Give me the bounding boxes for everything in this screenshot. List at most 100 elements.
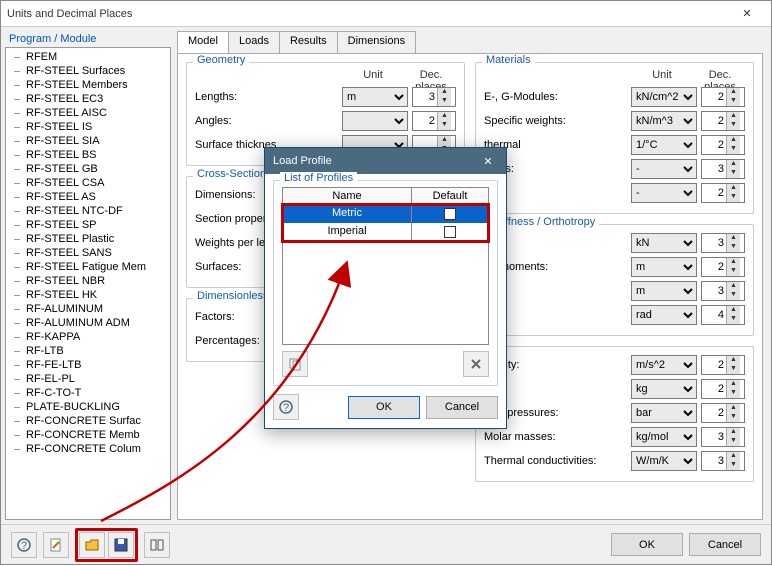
dec-input[interactable] [702,136,726,154]
tree-item[interactable]: RF-STEEL NBR [6,274,170,288]
tree-item[interactable]: RF-ALUMINUM ADM [6,316,170,330]
dec-input[interactable] [702,404,726,422]
tree-item[interactable]: RF-KAPPA [6,330,170,344]
profile-row[interactable]: Metric✓ [283,205,488,223]
unit-select[interactable]: rad [631,305,697,325]
tree-item[interactable]: RF-CONCRETE Memb [6,428,170,442]
dec-places-spinner[interactable]: ▲▼ [701,111,745,131]
tree-item[interactable]: RF-EL-PL [6,372,170,386]
dec-places-spinner[interactable]: ▲▼ [701,281,745,301]
tree-item[interactable]: RF-C-TO-T [6,386,170,400]
tree-item[interactable]: RF-STEEL Members [6,78,170,92]
dec-places-spinner[interactable]: ▲▼ [701,305,745,325]
tree-item[interactable]: RF-STEEL CSA [6,176,170,190]
close-icon[interactable]: ✕ [729,7,765,20]
dec-input[interactable] [702,306,726,324]
dec-input[interactable] [702,160,726,178]
tree-item[interactable]: RF-STEEL EC3 [6,92,170,106]
tree-item[interactable]: RF-LTB [6,344,170,358]
dec-places-spinner[interactable]: ▲▼ [701,183,745,203]
unit-select[interactable]: - [631,183,697,203]
tab-results[interactable]: Results [279,31,338,53]
dec-places-spinner[interactable]: ▲▼ [701,159,745,179]
tree-item[interactable]: PLATE-BUCKLING [6,400,170,414]
dec-places-spinner[interactable]: ▲▼ [701,427,745,447]
dec-input[interactable] [702,258,726,276]
dec-input[interactable] [702,452,726,470]
unit-select[interactable]: 1/°C [631,135,697,155]
tree-item[interactable]: RF-STEEL NTC-DF [6,204,170,218]
tree-item[interactable]: RF-STEEL HK [6,288,170,302]
default-checkbox[interactable]: ✓ [444,208,456,220]
delete-icon[interactable] [463,351,489,377]
ok-button[interactable]: OK [611,533,683,556]
tree-item[interactable]: RF-ALUMINUM [6,302,170,316]
cancel-button[interactable]: Cancel [689,533,761,556]
tree-item[interactable]: RF-STEEL SIA [6,134,170,148]
close-icon[interactable]: ✕ [478,155,498,168]
dec-input[interactable] [702,184,726,202]
dec-places-spinner[interactable]: ▲▼ [701,451,745,471]
tab-loads[interactable]: Loads [228,31,280,53]
modal-cancel-button[interactable]: Cancel [426,396,498,419]
load-profile-icon[interactable] [79,532,105,558]
save-profile-icon[interactable] [108,532,134,558]
tree-item[interactable]: RF-FE-LTB [6,358,170,372]
tree-item[interactable]: RF-STEEL IS [6,120,170,134]
tree-item[interactable]: RF-STEEL GB [6,162,170,176]
dec-places-spinner[interactable]: ▲▼ [412,87,456,107]
dec-places-spinner[interactable]: ▲▼ [701,379,745,399]
tree-item[interactable]: RF-STEEL AS [6,190,170,204]
unit-select[interactable]: W/m/K [631,451,697,471]
unit-select[interactable]: kN [631,233,697,253]
edit-icon[interactable] [43,532,69,558]
dec-places-spinner[interactable]: ▲▼ [701,135,745,155]
dec-input[interactable] [702,428,726,446]
tree-item[interactable]: RFEM [6,50,170,64]
unit-select[interactable]: kN/cm^2 [631,87,697,107]
unit-select[interactable]: kN/m^3 [631,111,697,131]
dec-places-spinner[interactable]: ▲▼ [701,355,745,375]
dec-input[interactable] [702,380,726,398]
tree-item[interactable]: RF-STEEL SANS [6,246,170,260]
unit-select[interactable]: m/s^2 [631,355,697,375]
dec-input[interactable] [702,356,726,374]
tab-model[interactable]: Model [177,31,229,53]
dec-places-spinner[interactable]: ▲▼ [701,257,745,277]
copy-icon[interactable] [282,351,308,377]
modal-ok-button[interactable]: OK [348,396,420,419]
tree-item[interactable]: RF-CONCRETE Colum [6,442,170,456]
unit-select[interactable]: m [342,87,408,107]
tree-item[interactable]: RF-CONCRETE Surfac [6,414,170,428]
tree-item[interactable]: RF-STEEL Fatigue Mem [6,260,170,274]
tree-item[interactable]: RF-STEEL Surfaces [6,64,170,78]
dec-input[interactable] [702,88,726,106]
unit-select[interactable]: - [631,159,697,179]
tree-item[interactable]: RF-STEEL BS [6,148,170,162]
dec-places-spinner[interactable]: ▲▼ [701,87,745,107]
dec-input[interactable] [702,234,726,252]
tab-dimensions[interactable]: Dimensions [337,31,416,53]
unit-select[interactable] [342,111,408,131]
module-tree[interactable]: RFEMRF-STEEL SurfacesRF-STEEL MembersRF-… [5,47,171,520]
tree-item[interactable]: RF-STEEL Plastic [6,232,170,246]
dec-input[interactable] [702,282,726,300]
help-icon[interactable]: ? [273,394,299,420]
unit-select[interactable]: m [631,257,697,277]
tree-item[interactable]: RF-STEEL SP [6,218,170,232]
default-checkbox[interactable] [444,226,456,238]
unit-select[interactable]: kg/mol [631,427,697,447]
unit-select[interactable]: kg [631,379,697,399]
dec-places-spinner[interactable]: ▲▼ [701,403,745,423]
dec-input[interactable] [413,88,437,106]
profile-row[interactable]: Imperial [283,223,488,241]
unit-select[interactable]: m [631,281,697,301]
dec-input[interactable] [413,112,437,130]
dec-input[interactable] [702,112,726,130]
default-icon[interactable] [144,532,170,558]
dec-places-spinner[interactable]: ▲▼ [412,111,456,131]
dec-places-spinner[interactable]: ▲▼ [701,233,745,253]
tree-item[interactable]: RF-STEEL AISC [6,106,170,120]
unit-select[interactable]: bar [631,403,697,423]
help-icon[interactable]: ? [11,532,37,558]
